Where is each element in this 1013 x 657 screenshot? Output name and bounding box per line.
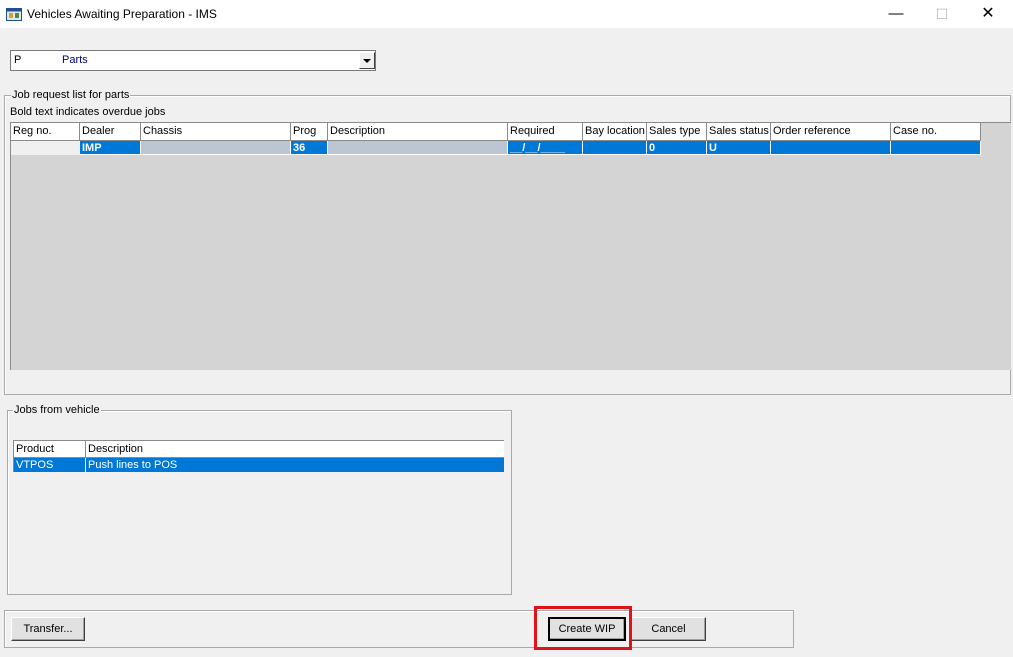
window-title: Vehicles Awaiting Preparation - IMS bbox=[27, 7, 217, 21]
transfer-button[interactable]: Transfer... bbox=[11, 617, 85, 641]
cell-reg-no bbox=[11, 141, 80, 155]
maximize-button[interactable]: ☐ bbox=[919, 0, 965, 28]
cell-prog: 36 bbox=[291, 141, 328, 155]
job-grid-header: Reg no. Dealer Chassis Prog Description … bbox=[11, 123, 981, 141]
col-order-reference[interactable]: Order reference bbox=[771, 123, 891, 140]
col-product[interactable]: Product bbox=[14, 441, 86, 457]
col-description[interactable]: Description bbox=[328, 123, 508, 140]
combo-code: P bbox=[14, 54, 22, 66]
app-icon bbox=[6, 8, 22, 21]
minimize-button[interactable]: — bbox=[873, 0, 919, 28]
jobs-from-vehicle-group bbox=[7, 410, 512, 595]
cell-bay-location bbox=[583, 141, 647, 155]
col-sales-status[interactable]: Sales status bbox=[707, 123, 771, 140]
close-icon: ✕ bbox=[981, 5, 995, 22]
combo-label: Parts bbox=[62, 54, 88, 66]
maximize-icon: ☐ bbox=[935, 6, 949, 22]
table-row[interactable]: IMP 36 __/__/____ 0 U bbox=[11, 141, 981, 155]
cell-chassis bbox=[141, 141, 291, 155]
job-request-group-title: Job request list for parts bbox=[11, 89, 131, 101]
cell-sales-type: 0 bbox=[647, 141, 707, 155]
col-sales-type[interactable]: Sales type bbox=[647, 123, 707, 140]
job-request-grid[interactable]: Reg no. Dealer Chassis Prog Description … bbox=[10, 122, 1011, 370]
cancel-button[interactable]: Cancel bbox=[631, 617, 706, 641]
highlight-box bbox=[534, 606, 632, 650]
cell-order-reference bbox=[771, 141, 891, 155]
table-row[interactable]: VTPOS Push lines to POS bbox=[14, 458, 504, 472]
col-prog[interactable]: Prog bbox=[291, 123, 328, 140]
vehicle-grid-header: Product Description bbox=[14, 441, 504, 458]
col-case-no[interactable]: Case no. bbox=[891, 123, 981, 140]
col-chassis[interactable]: Chassis bbox=[141, 123, 291, 140]
cell-product: VTPOS bbox=[14, 458, 86, 472]
col-bay-location[interactable]: Bay location bbox=[583, 123, 647, 140]
col-description[interactable]: Description bbox=[86, 441, 504, 457]
cell-case-no bbox=[891, 141, 981, 155]
minimize-icon: — bbox=[888, 5, 904, 22]
chevron-down-icon bbox=[363, 59, 371, 63]
cell-required: __/__/____ bbox=[508, 141, 583, 155]
overdue-note: Bold text indicates overdue jobs bbox=[10, 106, 166, 118]
col-reg-no[interactable]: Reg no. bbox=[11, 123, 80, 140]
combo-dropdown-button[interactable] bbox=[359, 52, 375, 69]
cell-description: Push lines to POS bbox=[86, 458, 504, 472]
jobs-from-vehicle-grid[interactable]: Product Description VTPOS Push lines to … bbox=[13, 440, 504, 472]
jobs-from-vehicle-group-title: Jobs from vehicle bbox=[13, 404, 101, 416]
department-combo[interactable]: P Parts bbox=[10, 50, 376, 71]
col-required[interactable]: Required bbox=[508, 123, 583, 140]
cell-sales-status: U bbox=[707, 141, 771, 155]
cell-description bbox=[328, 141, 508, 155]
close-button[interactable]: ✕ bbox=[965, 0, 1011, 28]
col-dealer[interactable]: Dealer bbox=[80, 123, 141, 140]
cell-dealer: IMP bbox=[80, 141, 141, 155]
